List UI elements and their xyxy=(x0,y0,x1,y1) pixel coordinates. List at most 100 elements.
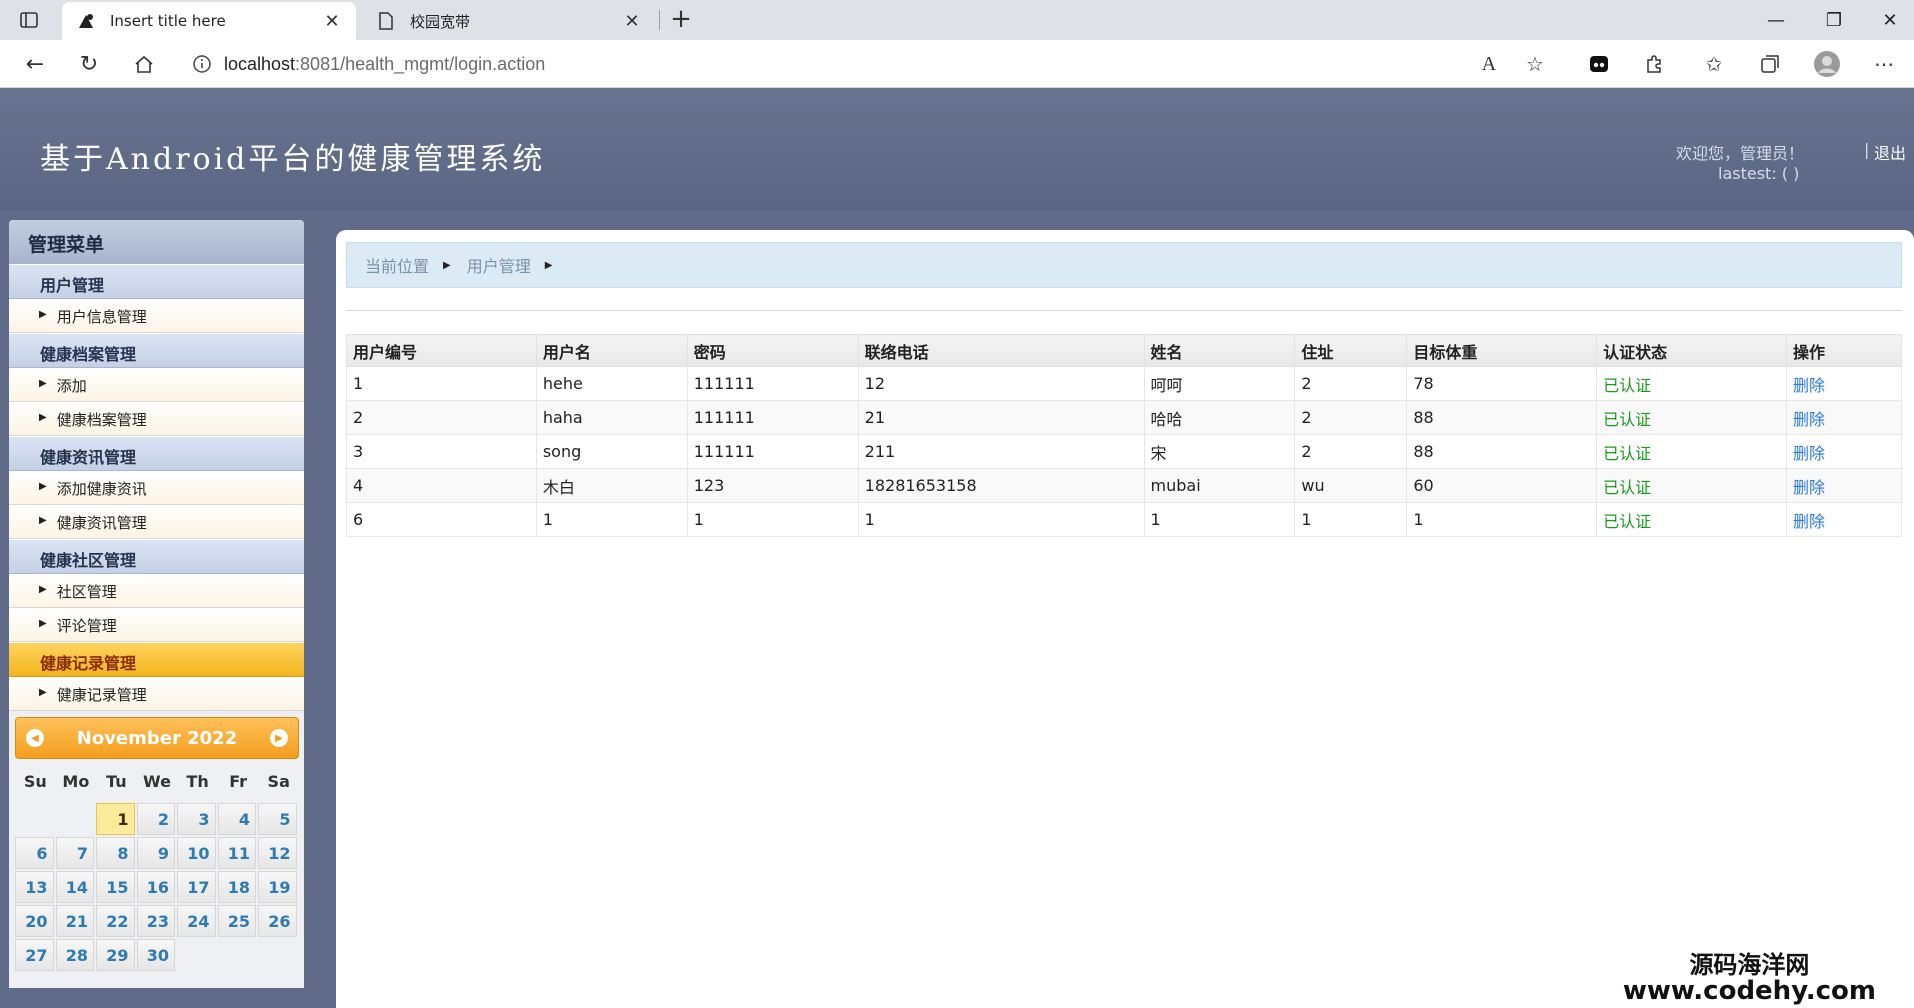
calendar-day[interactable]: 16 xyxy=(136,871,175,903)
menu-item-comment-manage[interactable]: ▶ 评论管理 xyxy=(9,608,304,642)
calendar-day[interactable]: 20 xyxy=(15,905,54,937)
menu-item-news-manage[interactable]: ▶ 健康资讯管理 xyxy=(9,505,304,539)
calendar-day[interactable]: 27 xyxy=(15,939,54,971)
calendar-day[interactable]: 18 xyxy=(217,871,256,903)
logout-separator: | xyxy=(1864,140,1870,159)
calendar-day[interactable]: 2 xyxy=(136,803,175,835)
more-options-icon[interactable]: ⋯ xyxy=(1867,48,1901,80)
delete-link[interactable]: 删除 xyxy=(1786,502,1902,537)
caret-right-icon: ▶ xyxy=(39,618,47,629)
calendar-header: ◀ November 2022 ▶ xyxy=(15,717,299,759)
table-cell: song xyxy=(535,434,688,469)
delete-link[interactable]: 删除 xyxy=(1786,400,1902,435)
calendar-day[interactable]: 9 xyxy=(136,837,175,869)
menu-item-health-log-manage[interactable]: ▶ 健康记录管理 xyxy=(9,677,304,711)
next-month-icon[interactable]: ▶ xyxy=(270,729,288,747)
user-table: 用户编号 用户名 密码 联络电话 姓名 住址 目标体重 认证状态 操作 1 hehe 111111 1… xyxy=(346,334,1902,537)
caret-right-icon: ▶ xyxy=(39,309,47,320)
browser-tab-active[interactable]: Insert title here ✕ xyxy=(62,2,356,40)
calendar-day[interactable]: 26 xyxy=(258,905,297,937)
menu-item-record-manage[interactable]: ▶ 健康档案管理 xyxy=(9,402,304,436)
calendar-day[interactable]: 8 xyxy=(96,837,135,869)
profile-avatar-icon[interactable] xyxy=(1810,48,1844,80)
collections-icon[interactable] xyxy=(1753,48,1787,80)
extensions-icon[interactable] xyxy=(1637,48,1671,80)
calendar-day[interactable]: 25 xyxy=(217,905,256,937)
browser-tab-bar: Insert title here ✕ 校园宽带 ✕ + — ❐ ✕ xyxy=(0,0,1914,40)
address-toolbar: ← ↻ localhost:8081/health_mgmt/login.act… xyxy=(0,40,1914,88)
calendar-day[interactable]: 7 xyxy=(55,837,94,869)
menu-item-user-info[interactable]: ▶ 用户信息管理 xyxy=(9,299,304,333)
minimize-icon[interactable]: — xyxy=(1748,4,1804,36)
close-window-icon[interactable]: ✕ xyxy=(1862,4,1914,36)
calendar-day[interactable]: 5 xyxy=(258,803,297,835)
back-icon[interactable]: ← xyxy=(18,48,52,80)
new-tab-button[interactable]: + xyxy=(666,6,696,34)
calendar-day[interactable]: 21 xyxy=(55,905,94,937)
breadcrumb-page[interactable]: 用户管理 xyxy=(467,253,531,277)
table-cell: 宋 xyxy=(1143,434,1296,469)
table-cell: 1 xyxy=(1406,502,1598,537)
calendar-day[interactable]: 1 xyxy=(96,803,135,835)
calendar-day[interactable]: 17 xyxy=(177,871,216,903)
favorites-icon[interactable]: ✩ xyxy=(1697,48,1731,80)
table-cell: haha xyxy=(535,400,688,435)
home-icon[interactable] xyxy=(127,48,161,80)
calendar-day[interactable]: 13 xyxy=(15,871,54,903)
prev-month-icon[interactable]: ◀ xyxy=(26,729,44,747)
reload-icon[interactable]: ↻ xyxy=(72,48,106,80)
calendar-day[interactable]: 14 xyxy=(55,871,94,903)
calendar-day[interactable]: 23 xyxy=(136,905,175,937)
calendar-day[interactable]: 22 xyxy=(96,905,135,937)
read-aloud-icon[interactable]: A xyxy=(1472,48,1506,80)
menu-group-community[interactable]: 健康社区管理 xyxy=(9,539,304,574)
menu-item-label: 评论管理 xyxy=(56,617,117,635)
menu-item-add[interactable]: ▶ 添加 xyxy=(9,368,304,402)
sidebar-menu: 管理菜单 用户管理 ▶ 用户信息管理 健康档案管理 ▶ 添加 ▶ 健康档案管理 健康资… xyxy=(9,220,304,988)
close-tab-icon[interactable]: ✕ xyxy=(322,11,342,32)
table-cell: wu xyxy=(1294,468,1408,503)
delete-link[interactable]: 删除 xyxy=(1786,434,1902,469)
calendar-day[interactable]: 10 xyxy=(177,837,216,869)
table-cell: 111111 xyxy=(686,366,859,401)
table-row: 6 1 1 1 1 1 1 已认证 删除 xyxy=(346,502,1902,537)
url-input[interactable]: localhost:8081/health_mgmt/login.action xyxy=(180,46,1550,82)
table-cell: 1 xyxy=(346,366,537,401)
menu-group-user[interactable]: 用户管理 xyxy=(9,264,304,299)
menu-group-health-log[interactable]: 健康记录管理 xyxy=(9,642,304,677)
menu-group-health-news[interactable]: 健康资讯管理 xyxy=(9,436,304,471)
menu-item-community-manage[interactable]: ▶ 社区管理 xyxy=(9,574,304,608)
menu-group-health-record[interactable]: 健康档案管理 xyxy=(9,333,304,368)
calendar-day[interactable]: 15 xyxy=(96,871,135,903)
calendar-weekdays: Su Mo Tu We Th Fr Sa xyxy=(15,759,299,803)
calendar-day[interactable]: 12 xyxy=(258,837,297,869)
calendar-day[interactable]: 30 xyxy=(136,939,175,971)
caret-right-icon: ▶ xyxy=(39,687,47,698)
delete-link[interactable]: 删除 xyxy=(1786,468,1902,503)
extension-app-icon[interactable] xyxy=(1582,48,1616,80)
maximize-icon[interactable]: ❐ xyxy=(1806,4,1862,36)
calendar-weekday: Su xyxy=(23,771,47,791)
calendar-day[interactable]: 4 xyxy=(217,803,256,835)
caret-right-icon: ▶ xyxy=(39,481,47,492)
tab-divider xyxy=(659,10,660,30)
calendar-day[interactable]: 28 xyxy=(55,939,94,971)
delete-link[interactable]: 删除 xyxy=(1786,366,1902,401)
calendar-day[interactable]: 11 xyxy=(217,837,256,869)
calendar-day[interactable]: 24 xyxy=(177,905,216,937)
tab-actions-icon[interactable] xyxy=(12,8,46,32)
close-tab-icon[interactable]: ✕ xyxy=(622,11,642,32)
calendar-day[interactable]: 29 xyxy=(96,939,135,971)
table-row: 2 haha 111111 21 哈哈 2 88 已认证 删除 xyxy=(346,400,1902,435)
menu-item-add-news[interactable]: ▶ 添加健康资讯 xyxy=(9,471,304,505)
add-favorite-icon[interactable]: ☆ xyxy=(1518,48,1552,80)
table-cell: 1 xyxy=(1294,502,1408,537)
logout-link[interactable]: 退出 xyxy=(1874,140,1906,164)
calendar-day[interactable]: 3 xyxy=(177,803,216,835)
table-cell: 1 xyxy=(857,502,1145,537)
site-info-icon[interactable] xyxy=(180,54,224,74)
calendar-day[interactable]: 19 xyxy=(258,871,297,903)
calendar-day[interactable]: 6 xyxy=(15,837,54,869)
table-cell: 60 xyxy=(1406,468,1598,503)
browser-tab-inactive[interactable]: 校园宽带 ✕ xyxy=(362,2,656,40)
